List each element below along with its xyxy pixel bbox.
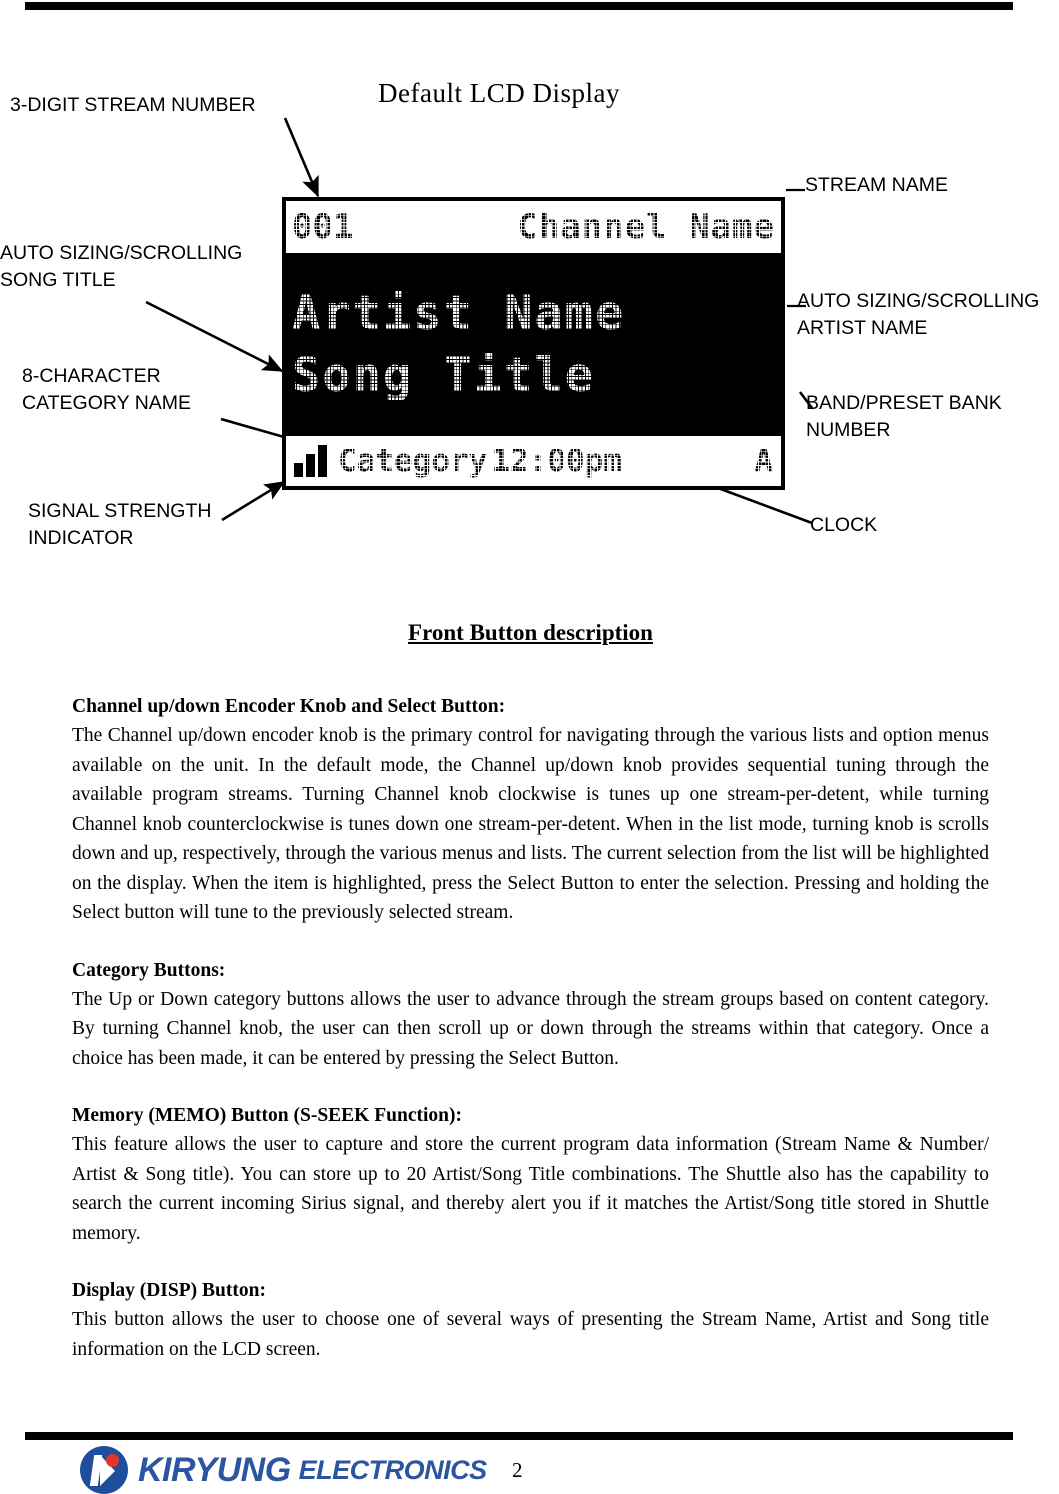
leader-category-name — [220, 417, 285, 439]
company-name-sub: ELECTRONICS — [298, 1454, 488, 1485]
callout-clock: CLOCK — [810, 512, 877, 539]
callout-band-line2: NUMBER — [806, 419, 891, 441]
callout-category-line1: 8-CHARACTER — [22, 365, 161, 387]
lcd-stream-name-wrap: Channel Name — [515, 206, 777, 248]
callout-stream-name: STREAM NAME — [805, 172, 948, 199]
callout-band-preset-bank: BAND/PRESET BANK NUMBER — [806, 390, 1002, 444]
lcd-diagram: Default LCD Display 3-DIGIT STREAM NUMBE… — [0, 0, 1059, 600]
lcd-stream-number-wrap: 001 — [289, 206, 356, 248]
lcd-status-row-bottom: Category 12:00pm A — [286, 436, 781, 486]
lcd-band-wrap: A — [752, 442, 775, 480]
lcd-artist-wrap: Artist Name — [290, 280, 781, 347]
leader-signal-strength — [221, 480, 286, 522]
lcd-main-area: Artist Name Song Title — [286, 253, 781, 436]
paragraph-memory-button: This feature allows the user to capture … — [72, 1134, 989, 1244]
callout-stream-number-line1: 3-DIGIT STREAM NUMBER — [10, 94, 256, 116]
callout-signal-line1: SIGNAL STRENGTH — [28, 500, 212, 522]
paragraph-category-buttons: The Up or Down category buttons allows t… — [72, 988, 989, 1069]
callout-stream-name-line1: STREAM NAME — [805, 174, 949, 196]
callout-song-title: AUTO SIZING/SCROLLING SONG TITLE — [0, 240, 242, 294]
lcd-stream-number: 001 — [292, 207, 354, 247]
callout-signal-line2: INDICATOR — [28, 527, 134, 549]
page-number: 2 — [512, 1458, 523, 1482]
section-title: Front Button description — [408, 620, 653, 645]
lcd-clock: 12:00pm — [491, 443, 622, 479]
callout-song-title-line1: AUTO SIZING/SCROLLING — [0, 242, 243, 264]
lcd-status-row-top: 001 Channel Name — [286, 201, 781, 253]
lcd-artist-name: Artist Name — [292, 285, 626, 341]
signal-bars-icon — [294, 445, 330, 477]
callout-band-line1: BAND/PRESET BANK — [806, 392, 1002, 414]
lcd-screen: 001 Channel Name Artist Name Song Title … — [282, 197, 785, 490]
company-name-main: KIRYUNG — [138, 1450, 291, 1489]
callout-song-title-line2: SONG TITLE — [0, 269, 116, 291]
page-footer: KIRYUNG ELECTRONICS 2 — [0, 1440, 1059, 1494]
heading-memory-button: Memory (MEMO) Button (S-SEEK Function): — [72, 1105, 462, 1126]
heading-category-buttons: Category Buttons: — [72, 959, 226, 981]
leader-clock — [717, 486, 813, 525]
callout-artist-line2: ARTIST NAME — [797, 317, 928, 339]
lcd-band: A — [754, 443, 773, 479]
figure-title: Default LCD Display — [378, 78, 620, 108]
lcd-stream-name: Channel Name — [517, 207, 775, 247]
callout-stream-number: 3-DIGIT STREAM NUMBER — [10, 92, 256, 119]
leader-song-title — [145, 300, 284, 373]
lcd-category: Category — [338, 443, 488, 479]
heading-display-button: Display (DISP) Button: — [72, 1280, 266, 1301]
lcd-song-wrap: Song Title — [290, 342, 781, 409]
callout-category-line2: CATEGORY NAME — [22, 392, 192, 414]
kiryung-logo-icon — [80, 1446, 128, 1494]
company-logo: KIRYUNG ELECTRONICS — [80, 1446, 487, 1494]
paragraph-display-button: This button allows the user to choose on… — [72, 1309, 989, 1360]
lcd-song-title: Song Title — [292, 347, 595, 403]
heading-channel-encoder: Channel up/down Encoder Knob and Select … — [72, 696, 506, 717]
callout-artist-name: AUTO SIZING/SCROLLING ARTIST NAME — [797, 288, 1040, 342]
callout-signal-strength: SIGNAL STRENGTH INDICATOR — [28, 498, 211, 552]
leader-stream-number — [283, 117, 320, 198]
lcd-clock-wrap: 12:00pm — [489, 442, 624, 480]
paragraph-channel-encoder: The Channel up/down encoder knob is the … — [72, 725, 989, 923]
logo-red-dot-icon — [106, 1454, 119, 1467]
document-body: Front Button description Channel up/down… — [72, 620, 989, 1364]
footer-rule — [25, 1432, 1013, 1440]
callout-category-name: 8-CHARACTER CATEGORY NAME — [22, 363, 191, 417]
callout-artist-line1: AUTO SIZING/SCROLLING — [797, 290, 1040, 312]
callout-clock-line1: CLOCK — [810, 514, 878, 536]
lcd-category-wrap: Category — [335, 442, 490, 480]
